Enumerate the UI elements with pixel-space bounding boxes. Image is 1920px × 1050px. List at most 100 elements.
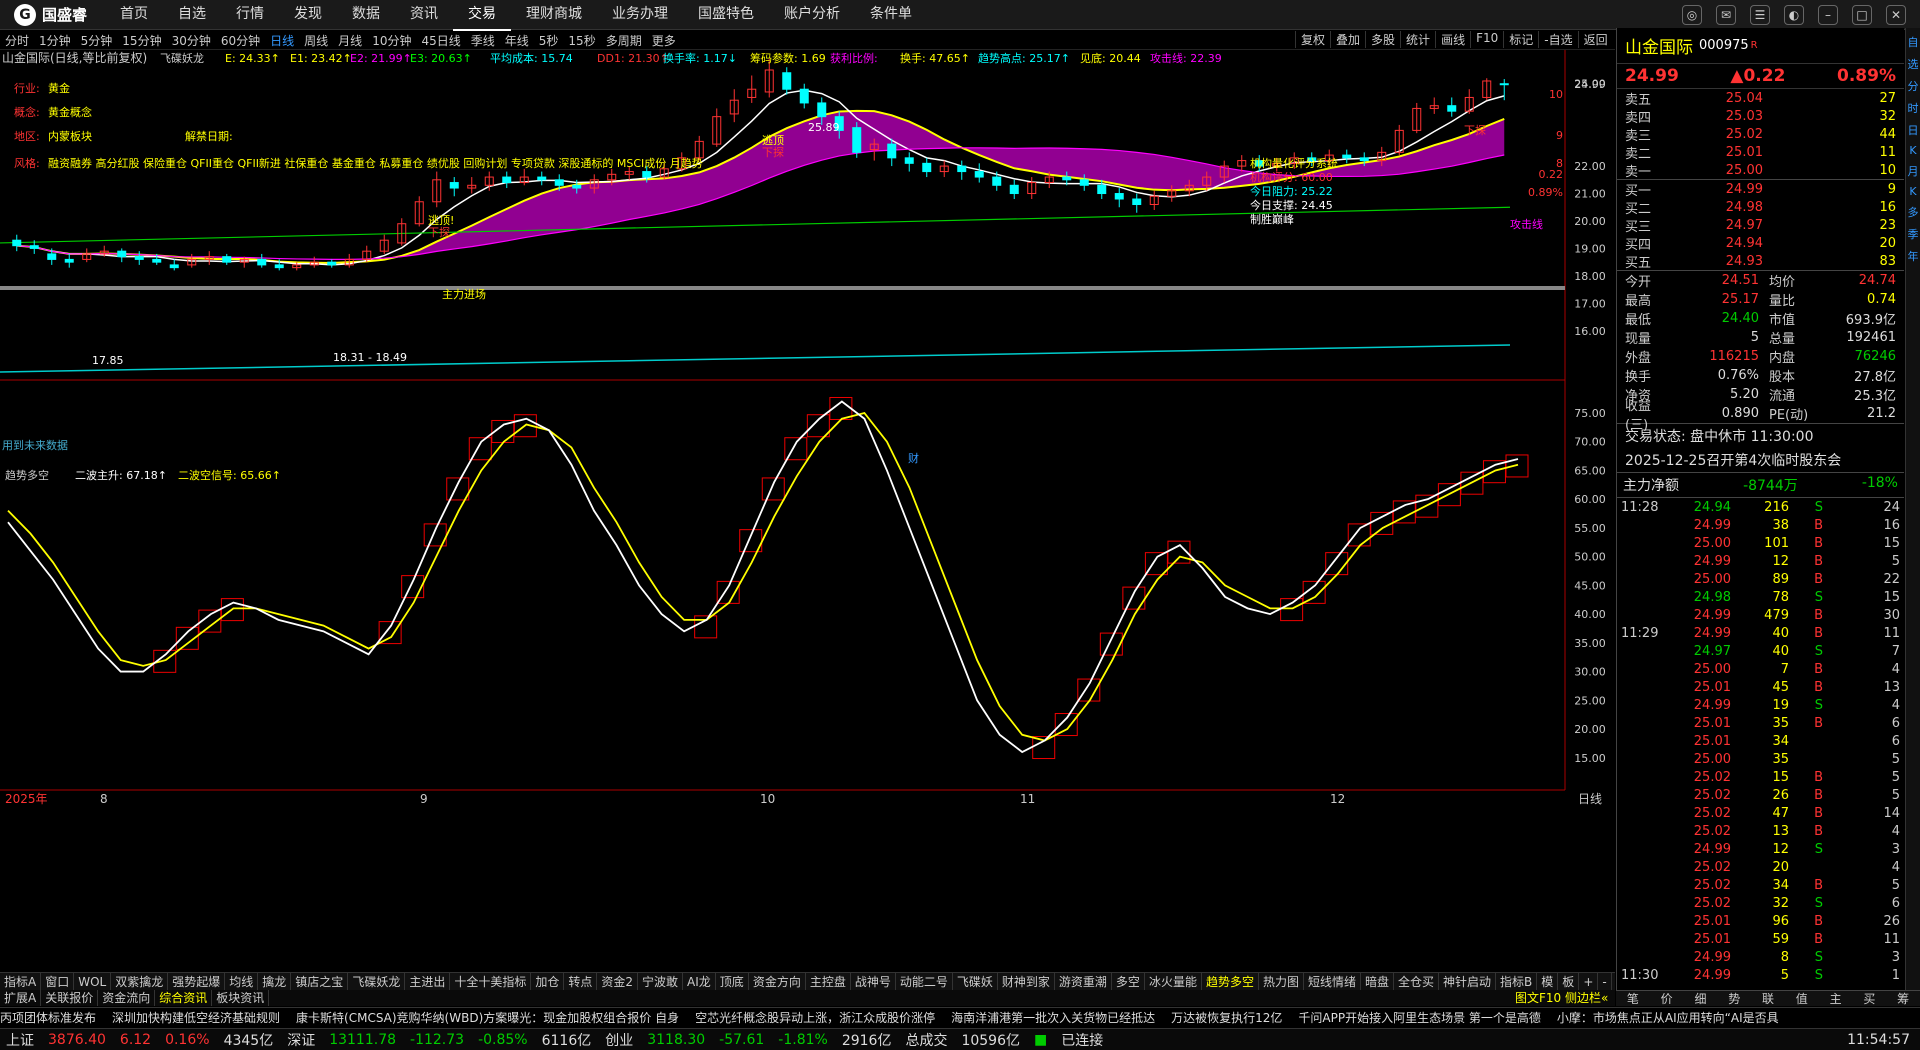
indicator-tab-22[interactable]: 财神到家 [998, 973, 1055, 990]
quote-tab-3[interactable]: 势 [1717, 991, 1751, 1006]
indicator-tab-1[interactable]: 窗口 [41, 973, 75, 990]
asks-row[interactable]: 卖二 25.01 11 [1617, 143, 1904, 162]
indicator-tab-19[interactable]: 战神号 [851, 973, 896, 990]
tool-button-3[interactable]: 统计 [1400, 31, 1435, 48]
indicator-tab-14[interactable]: 宁波敢 [638, 973, 684, 990]
app-logo[interactable]: G 国盛睿 [0, 3, 105, 26]
indicator-tab-6[interactable]: 擒龙 [258, 973, 292, 990]
bids-row[interactable]: 买二 24.98 16 [1617, 198, 1904, 217]
indicator-tab-35[interactable]: + [1579, 973, 1599, 990]
period-tab-0[interactable]: 分时 [0, 32, 34, 49]
nav-item-0[interactable]: 首页 [105, 0, 163, 31]
indicator-tab-30[interactable]: 全仓买 [1394, 973, 1440, 990]
event-notice[interactable]: 2025-12-25召开第4次临时股东会 [1617, 448, 1904, 472]
indicator-tab-17[interactable]: 资金方向 [749, 973, 806, 990]
indicator-tab-27[interactable]: 热力图 [1259, 973, 1304, 990]
cy-label[interactable]: 创业 [605, 1030, 633, 1050]
indicator-tab-31[interactable]: 神针启动 [1439, 973, 1497, 990]
nav-item-8[interactable]: 业务办理 [597, 0, 683, 31]
indicator-tab-5[interactable]: 均线 [225, 973, 259, 990]
sidebar-toggle[interactable]: 图文F10 侧边栏« [1515, 990, 1608, 1006]
side-item-10[interactable]: 年 [1906, 248, 1920, 264]
news-item-1[interactable]: 深圳加快构建低空经济基础规则 [112, 1009, 280, 1026]
quote-tab-0[interactable]: 笔 [1616, 991, 1650, 1006]
period-tab-5[interactable]: 60分钟 [216, 32, 265, 49]
kline-chart[interactable]: 25.00 24.99 22.00 21.00 20.00 19.00 18.00 17.00… [0, 50, 1615, 960]
info-tab-2[interactable]: 资金流向 [98, 990, 156, 1006]
nav-item-1[interactable]: 自选 [163, 0, 221, 31]
tick-list[interactable]: 11:28 24.94 216 S 24 24.99 38 B 16 25.00 101 B 15 24.… [1617, 498, 1904, 984]
period-tab-13[interactable]: 5秒 [534, 32, 564, 49]
news-item-2[interactable]: 康卡斯特(CMCSA)竞购华纳(WBD)方案曝光：现金加股权组合报价 自身 [296, 1009, 679, 1026]
news-item-7[interactable]: 小摩：市场焦点正从AI应用转向“AI是否具 [1557, 1009, 1779, 1026]
news-item-3[interactable]: 空芯光纤概念股异动上涨，浙江众成股价涨停 [695, 1009, 935, 1026]
tool-button-8[interactable]: 返回 [1577, 31, 1613, 48]
quote-tab-2[interactable]: 细 [1684, 991, 1718, 1006]
period-tab-6[interactable]: 日线 [265, 32, 299, 49]
side-item-2[interactable]: 分 [1906, 78, 1920, 94]
indicator-tab-12[interactable]: 转点 [564, 973, 598, 990]
news-item-4[interactable]: 海南洋浦港第一批次入关货物已经抵达 [951, 1009, 1155, 1026]
bids-row[interactable]: 买五 24.93 83 [1617, 252, 1904, 271]
period-tab-12[interactable]: 年线 [500, 32, 534, 49]
side-item-9[interactable]: 季 [1906, 226, 1920, 242]
indicator-tab-0[interactable]: 指标A [0, 973, 42, 990]
news-ticker[interactable]: 丙项团体标准发布 深圳加快构建低空经济基础规则 康卡斯特(CMCSA)竞购华纳(WB… [0, 1007, 1920, 1027]
asks-row[interactable]: 卖三 25.02 44 [1617, 125, 1904, 144]
quote-tab-1[interactable]: 价 [1650, 991, 1684, 1006]
nav-item-3[interactable]: 发现 [279, 0, 337, 31]
indicator-tab-7[interactable]: 镇店之宝 [291, 973, 349, 990]
indicator-tab-34[interactable]: 板 [1558, 973, 1580, 990]
bids-row[interactable]: 买三 24.97 23 [1617, 216, 1904, 235]
indicator-tab-29[interactable]: 暗盘 [1361, 973, 1395, 990]
tool-button-4[interactable]: 画线 [1435, 31, 1470, 48]
side-item-1[interactable]: 选 [1906, 56, 1920, 72]
side-item-7[interactable]: K [1906, 185, 1920, 198]
period-tab-14[interactable]: 15秒 [563, 32, 600, 49]
mail-icon[interactable]: ✉ [1716, 4, 1736, 25]
sh-label[interactable]: 上证 [6, 1030, 34, 1050]
news-item-5[interactable]: 万达被恢复执行12亿 [1171, 1009, 1282, 1026]
nav-item-11[interactable]: 条件单 [855, 0, 927, 31]
info-tab-3[interactable]: 综合资讯 [155, 990, 213, 1006]
nav-item-5[interactable]: 资讯 [395, 0, 453, 31]
period-tab-15[interactable]: 多周期 [601, 32, 647, 49]
tool-button-5[interactable]: F10 [1470, 31, 1503, 48]
news-item-6[interactable]: 千问APP开始接入阿里生态场景 第一个是高德 [1298, 1009, 1541, 1026]
indicator-tab-21[interactable]: 飞碟妖 [953, 973, 998, 990]
info-tab-1[interactable]: 关联报价 [41, 990, 99, 1006]
indicator-tab-36[interactable]: - [1598, 973, 1612, 990]
indicator-tab-23[interactable]: 游资重潮 [1055, 973, 1112, 990]
tool-button-0[interactable]: 复权 [1295, 31, 1330, 48]
nav-item-10[interactable]: 账户分析 [769, 0, 855, 31]
period-tab-16[interactable]: 更多 [647, 32, 681, 49]
indicator-tab-25[interactable]: 冰火量能 [1145, 973, 1202, 990]
indicator-tab-3[interactable]: 双紫擒龙 [111, 973, 169, 990]
info-tab-4[interactable]: 板块资讯 [212, 990, 270, 1006]
indicator-tab-33[interactable]: 模 [1537, 973, 1559, 990]
indicator-tab-32[interactable]: 指标B [1496, 973, 1538, 990]
period-tab-3[interactable]: 15分钟 [117, 32, 166, 49]
period-tab-11[interactable]: 季线 [466, 32, 500, 49]
side-item-5[interactable]: K [1906, 144, 1920, 157]
tool-button-7[interactable]: -自选 [1538, 31, 1577, 48]
indicator-tab-8[interactable]: 飞碟妖龙 [348, 973, 406, 990]
indicator-tab-26[interactable]: 趋势多空 [1202, 973, 1259, 990]
side-item-4[interactable]: 日 [1906, 122, 1920, 138]
tool-button-1[interactable]: 叠加 [1330, 31, 1365, 48]
side-item-3[interactable]: 时 [1906, 100, 1920, 116]
close-icon[interactable]: ✕ [1886, 4, 1906, 25]
indicator-tab-28[interactable]: 短线情绪 [1304, 973, 1361, 990]
period-tab-7[interactable]: 周线 [299, 32, 333, 49]
chat-icon[interactable]: ◎ [1682, 4, 1702, 25]
info-tab-0[interactable]: 扩展A [0, 990, 42, 1006]
indicator-tab-9[interactable]: 主进出 [405, 973, 451, 990]
indicator-tab-15[interactable]: AI龙 [683, 973, 716, 990]
indicator-tab-18[interactable]: 主控盘 [806, 973, 851, 990]
side-item-8[interactable]: 多 [1906, 204, 1920, 220]
indicator-tab-4[interactable]: 强势起爆 [168, 973, 226, 990]
menu-icon[interactable]: ☰ [1750, 4, 1770, 25]
period-tab-10[interactable]: 45日线 [416, 32, 465, 49]
asks-row[interactable]: 卖四 25.03 32 [1617, 107, 1904, 126]
nav-item-9[interactable]: 国盛特色 [683, 0, 769, 31]
